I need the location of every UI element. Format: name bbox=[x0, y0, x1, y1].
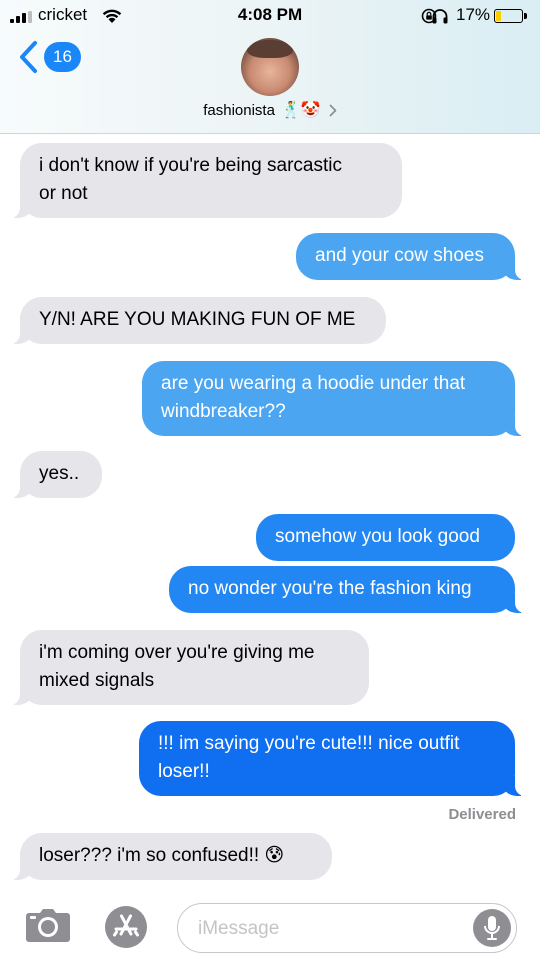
headphones-icon bbox=[432, 9, 448, 24]
battery-tip bbox=[524, 13, 527, 19]
message-line: !!! im saying you're cute!!! nice outfit bbox=[158, 733, 460, 754]
message-line: i'm coming over you're giving me bbox=[39, 642, 315, 663]
back-button[interactable]: 16 bbox=[18, 40, 81, 74]
message-bubble-incoming[interactable]: Y/N! ARE YOU MAKING FUN OF ME bbox=[10, 297, 386, 344]
message-bubble-incoming[interactable]: i don't know if you're being sarcastic o… bbox=[10, 143, 402, 218]
message-line: or not bbox=[39, 183, 88, 204]
message-line: and your cow shoes bbox=[315, 245, 484, 266]
microphone-button[interactable] bbox=[473, 909, 511, 947]
message-line: somehow you look good bbox=[275, 526, 480, 547]
message-line: are you wearing a hoodie under that bbox=[161, 373, 466, 394]
message-line: Y/N! ARE YOU MAKING FUN OF ME bbox=[39, 309, 356, 330]
microphone-icon bbox=[484, 916, 500, 940]
imessage-input-field[interactable] bbox=[177, 903, 517, 953]
message-line: no wonder you're the fashion king bbox=[188, 578, 472, 599]
message-line: windbreaker?? bbox=[161, 401, 286, 422]
message-bubble-outgoing[interactable]: and your cow shoes bbox=[296, 233, 525, 280]
message-line: loser!! bbox=[158, 761, 210, 782]
message-bubble-incoming[interactable]: i'm coming over you're giving me mixed s… bbox=[10, 630, 369, 705]
message-bubble-outgoing[interactable]: !!! im saying you're cute!!! nice outfit… bbox=[139, 721, 525, 796]
chevron-right-icon bbox=[329, 104, 337, 116]
conversation-header: cricket 4:08 PM 17% 16 fashionista 🕺🤡 bbox=[0, 0, 540, 134]
delivered-status: Delivered bbox=[448, 806, 516, 823]
message-bubble-outgoing[interactable]: no wonder you're the fashion king bbox=[169, 566, 525, 613]
message-line: loser??? i'm so confused!! 😰 bbox=[39, 845, 285, 866]
battery-icon bbox=[494, 9, 523, 23]
message-line: yes.. bbox=[39, 463, 80, 484]
battery-percentage: 17% bbox=[456, 5, 491, 24]
contact-name: fashionista bbox=[203, 101, 275, 119]
camera-icon[interactable] bbox=[24, 908, 72, 944]
contact-emojis: 🕺🤡 bbox=[280, 102, 321, 119]
message-bubble-incoming[interactable]: loser??? i'm so confused!! 😰 bbox=[10, 833, 332, 880]
message-bubble-outgoing[interactable]: are you wearing a hoodie under that wind… bbox=[142, 361, 525, 436]
status-bar: cricket 4:08 PM 17% bbox=[0, 0, 540, 32]
contact-avatar[interactable] bbox=[241, 38, 299, 96]
message-input[interactable] bbox=[198, 916, 468, 942]
unread-count-badge: 16 bbox=[44, 42, 81, 72]
message-bubble-incoming[interactable]: yes.. bbox=[10, 451, 102, 498]
back-chevron-icon bbox=[20, 41, 37, 73]
app-store-icon[interactable] bbox=[101, 905, 151, 949]
message-line: i don't know if you're being sarcastic bbox=[39, 155, 342, 176]
message-bubble-outgoing[interactable]: somehow you look good bbox=[256, 514, 515, 561]
contact-name-button[interactable]: fashionista 🕺🤡 bbox=[0, 100, 540, 120]
message-line: mixed signals bbox=[39, 670, 155, 691]
